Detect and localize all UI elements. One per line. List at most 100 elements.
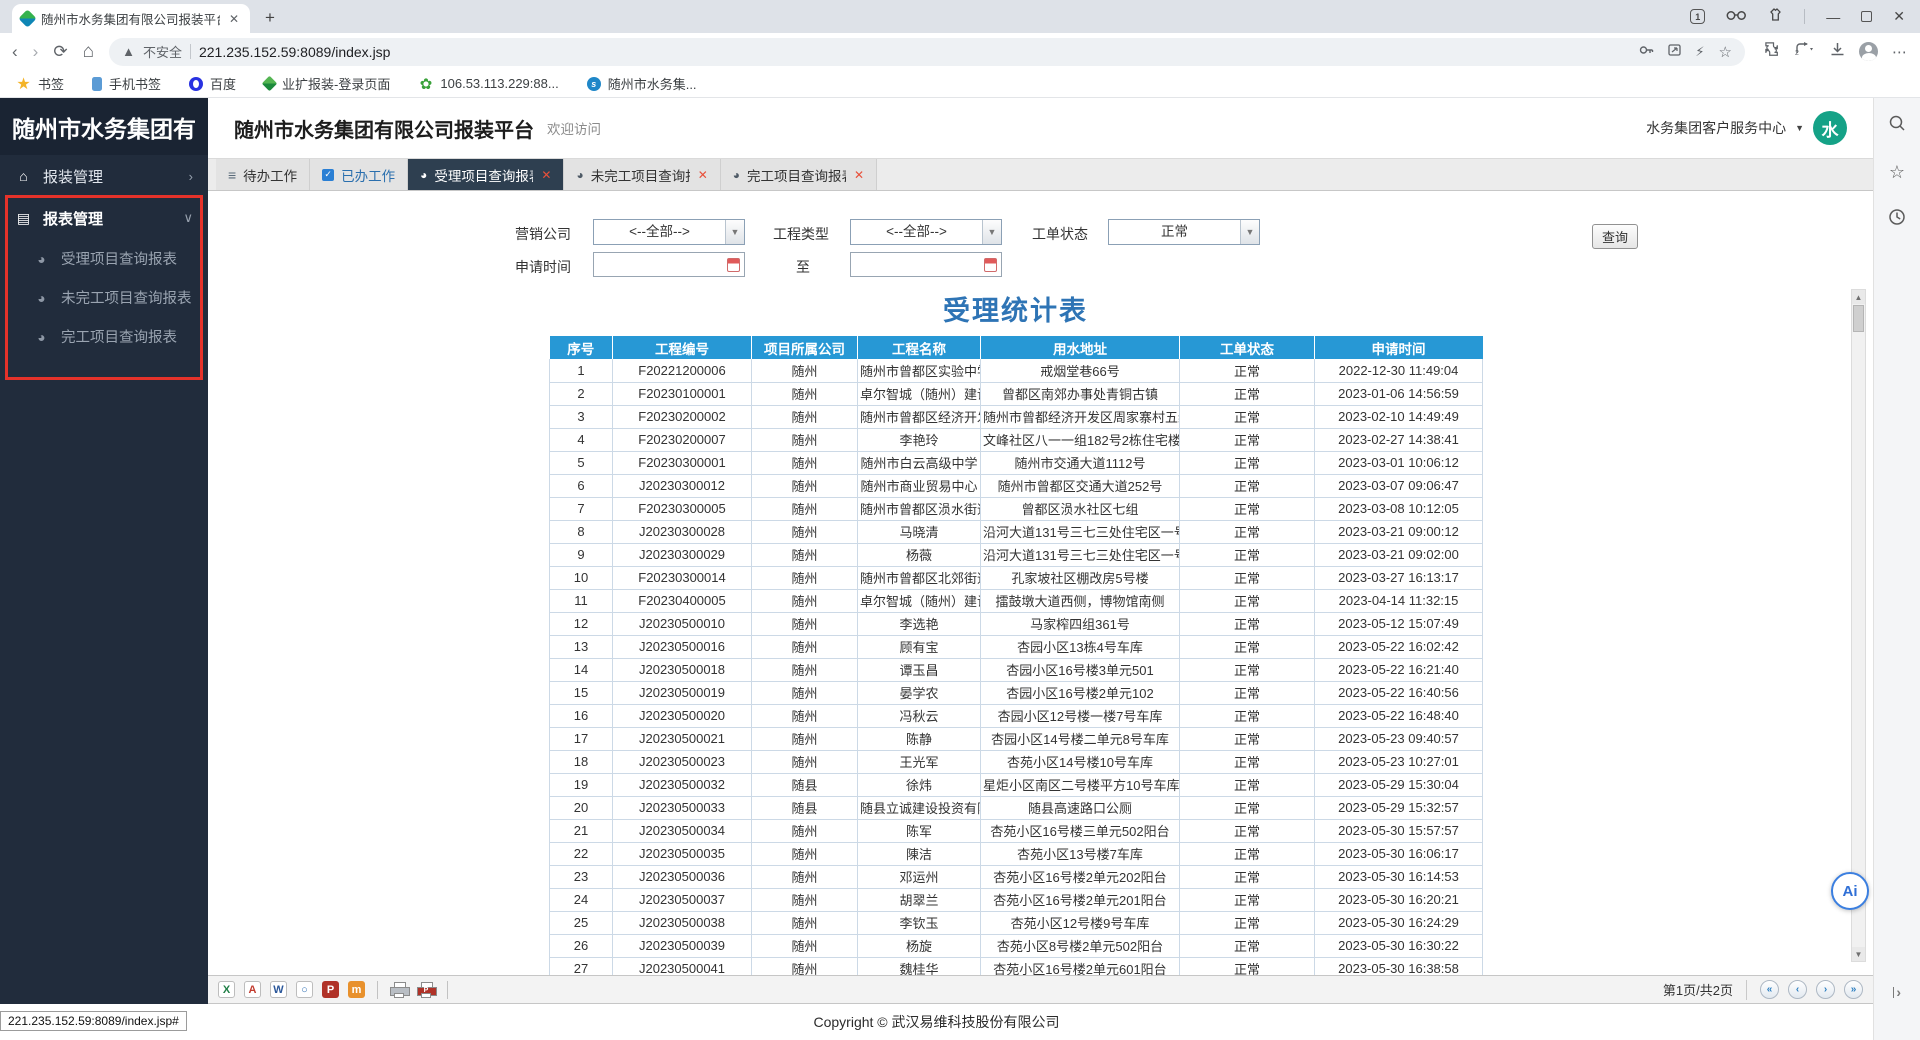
reload-icon[interactable]: ⟳: [53, 43, 67, 60]
table-row[interactable]: 22J20230500035随州陳洁杏苑小区13号楼7车库正常2023-05-3…: [550, 842, 1483, 865]
forward-icon[interactable]: ›: [33, 43, 39, 60]
table-row[interactable]: 3F20230200002随州随州市曾都区经济开发随州市曾都经济开发区周家寨村五…: [550, 405, 1483, 428]
calendar-icon[interactable]: [727, 258, 740, 272]
user-menu[interactable]: 水务集团客户服务中心 ▼ 水: [1646, 111, 1847, 145]
work-tab[interactable]: ≡待办工作: [216, 159, 310, 190]
extensions-puzzle-icon[interactable]: [1764, 41, 1780, 62]
sidebar-submenu-item[interactable]: ◕受理项目查询报表: [0, 239, 208, 278]
back-icon[interactable]: ‹: [12, 43, 18, 60]
password-key-icon[interactable]: [1639, 43, 1654, 61]
work-tab[interactable]: ◕受理项目查询报表✕: [408, 159, 564, 190]
window-maximize-icon[interactable]: [1861, 11, 1872, 22]
bookmark-item[interactable]: 手机书签: [92, 74, 161, 93]
status-select[interactable]: 正常 ▼: [1108, 219, 1260, 245]
table-row[interactable]: 19J20230500032随县徐炜星炬小区南区二号楼平方10号车库正常2023…: [550, 773, 1483, 796]
table-row[interactable]: 24J20230500037随州胡翠兰杏苑小区16号楼2单元201阳台正常202…: [550, 888, 1483, 911]
print-zoom-icon[interactable]: P: [322, 981, 339, 998]
theme-shirt-icon[interactable]: [1768, 8, 1783, 26]
calendar-icon[interactable]: [984, 258, 997, 272]
bookmark-item[interactable]: ✿106.53.113.229:88...: [418, 76, 558, 91]
table-row[interactable]: 18J20230500023随州王光军杏苑小区14号楼10号车库正常2023-0…: [550, 750, 1483, 773]
bookmark-item[interactable]: 百度: [189, 74, 236, 93]
table-row[interactable]: 17J20230500021随州陈静杏园小区14号楼二单元8号车库正常2023-…: [550, 727, 1483, 750]
address-bar[interactable]: ▲ 不安全 221.235.152.59:8089/index.jsp ⚡ ☆: [109, 38, 1745, 66]
query-button[interactable]: 查询: [1592, 224, 1638, 249]
home-icon[interactable]: ⌂: [83, 42, 94, 61]
table-row[interactable]: 25J20230500038随州李钦玉杏苑小区12号楼9号车库正常2023-05…: [550, 911, 1483, 934]
browser-tab[interactable]: 随州市水务集团有限公司报装平台 ✕: [12, 4, 250, 33]
table-row[interactable]: 27J20230500041随州魏桂华杏苑小区16号楼2单元601阳台正常202…: [550, 957, 1483, 975]
table-row[interactable]: 6J20230300012随州随州市商业贸易中心随州市曾都区交通大道252号正常…: [550, 474, 1483, 497]
mht-export-icon[interactable]: m: [348, 981, 365, 998]
word-export-icon[interactable]: W: [270, 981, 287, 998]
sidebar-submenu-item[interactable]: ◕未完工项目查询报表: [0, 278, 208, 317]
bookmark-item[interactable]: ★书签: [16, 74, 64, 93]
table-row[interactable]: 10F20230300014随州随州市曾都区北郊街道孔家坡社区棚改房5号楼正常2…: [550, 566, 1483, 589]
bookmark-item[interactable]: s随州市水务集...: [587, 74, 697, 93]
table-row[interactable]: 5F20230300001随州随州市白云高级中学随州市交通大道1112号正常20…: [550, 451, 1483, 474]
history-clock-icon[interactable]: [1888, 208, 1906, 231]
table-row[interactable]: 15J20230500019随州晏学农杏园小区16号楼2单元102正常2023-…: [550, 681, 1483, 704]
date-from-input[interactable]: [593, 252, 745, 277]
prev-page-button[interactable]: ‹: [1788, 980, 1807, 999]
table-row[interactable]: 1F20221200006随州随州市曾都区实验中学戒烟堂巷66号正常2022-1…: [550, 359, 1483, 382]
scroll-up-icon[interactable]: ▲: [1852, 290, 1865, 304]
table-row[interactable]: 12J20230500010随州李选艳马家榨四组361号正常2023-05-12…: [550, 612, 1483, 635]
table-row[interactable]: 13J20230500016随州顾有宝杏园小区13栋4号车库正常2023-05-…: [550, 635, 1483, 658]
sidebar-submenu-item[interactable]: ◕完工项目查询报表: [0, 317, 208, 356]
user-avatar[interactable]: 水: [1813, 111, 1847, 145]
tab-count-icon[interactable]: 1: [1690, 9, 1705, 24]
download-icon[interactable]: [1830, 42, 1845, 62]
work-tab[interactable]: ◕未完工项目查询报表✕: [564, 159, 720, 190]
table-row[interactable]: 21J20230500034随州陈军杏苑小区16号楼三单元502阳台正常2023…: [550, 819, 1483, 842]
work-tab[interactable]: ◕完工项目查询报表✕: [721, 159, 877, 190]
pdf-export-icon[interactable]: A: [244, 981, 261, 998]
table-row[interactable]: 4F20230200007随州李艳玲文峰社区八一一组182号2栋住宅楼正常202…: [550, 428, 1483, 451]
sidebar-menu-item[interactable]: ▤报表管理∨: [0, 197, 208, 239]
date-to-input[interactable]: [850, 252, 1002, 277]
table-row[interactable]: 11F20230400005随州卓尔智城（随州）建设擂鼓墩大道西侧，博物馆南侧正…: [550, 589, 1483, 612]
type-select[interactable]: <--全部--> ▼: [850, 219, 1002, 245]
close-tab-icon[interactable]: ✕: [854, 168, 864, 182]
window-minimize-icon[interactable]: —: [1826, 12, 1840, 22]
work-tab[interactable]: ✓已办工作: [310, 159, 408, 190]
table-row[interactable]: 26J20230500039随州杨旋杏苑小区8号楼2单元502阳台正常2023-…: [550, 934, 1483, 957]
tab-close-icon[interactable]: ✕: [227, 12, 241, 26]
table-row[interactable]: 20J20230500033随县随县立诚建设投资有限随县高速路口公厕正常2023…: [550, 796, 1483, 819]
fullscreen-expand-icon[interactable]: [1668, 43, 1681, 61]
last-page-button[interactable]: »: [1844, 980, 1863, 999]
table-row[interactable]: 14J20230500018随州谭玉昌杏园小区16号楼3单元501正常2023-…: [550, 658, 1483, 681]
search-icon[interactable]: [1888, 114, 1906, 137]
scroll-down-icon[interactable]: ▼: [1852, 947, 1865, 961]
table-row[interactable]: 7F20230300005随州随州市曾都区涢水街道曾都区涢水社区七组正常2023…: [550, 497, 1483, 520]
sidebar-menu-item[interactable]: ⌂报装管理›: [0, 155, 208, 197]
table-row[interactable]: 2F20230100001随州卓尔智城（随州）建设曾都区南郊办事处青铜古镇正常2…: [550, 382, 1483, 405]
scrollbar-thumb[interactable]: [1853, 305, 1864, 332]
bookmark-star-icon[interactable]: ☆: [1719, 43, 1732, 61]
vertical-scrollbar[interactable]: ▲ ▼: [1851, 289, 1866, 962]
bookmark-item[interactable]: 业扩报装-登录页面: [264, 74, 390, 93]
profile-avatar-icon[interactable]: [1859, 42, 1878, 61]
zoom-preview-icon[interactable]: ○: [296, 981, 313, 998]
pdf-print-icon[interactable]: P: [417, 982, 435, 998]
next-page-button[interactable]: ›: [1816, 980, 1835, 999]
url-text[interactable]: 221.235.152.59:8089/index.jsp: [199, 44, 1631, 60]
first-page-button[interactable]: «: [1760, 980, 1779, 999]
browser-menu-icon[interactable]: ⋯: [1892, 43, 1908, 61]
restore-tabs-icon[interactable]: 2: [1794, 42, 1816, 61]
print-icon[interactable]: [390, 982, 408, 998]
close-tab-icon[interactable]: ✕: [698, 168, 708, 182]
favorites-star-icon[interactable]: ☆: [1889, 162, 1905, 183]
excel-export-icon[interactable]: X: [218, 981, 235, 998]
new-tab-button[interactable]: +: [258, 6, 282, 30]
company-select[interactable]: <--全部--> ▼: [593, 219, 745, 245]
panel-expand-icon[interactable]: ›: [1893, 984, 1901, 1000]
close-tab-icon[interactable]: ✕: [541, 168, 551, 182]
table-row[interactable]: 8J20230300028随州马晓清沿河大道131号三七三处住宅区一号正常202…: [550, 520, 1483, 543]
table-row[interactable]: 16J20230500020随州冯秋云杏园小区12号楼一楼7号车库正常2023-…: [550, 704, 1483, 727]
incognito-glasses-icon[interactable]: [1726, 8, 1747, 26]
window-close-icon[interactable]: ✕: [1893, 8, 1905, 25]
ai-assistant-button[interactable]: Ai: [1831, 872, 1869, 910]
table-row[interactable]: 23J20230500036随州邓运州杏苑小区16号楼2单元202阳台正常202…: [550, 865, 1483, 888]
table-row[interactable]: 9J20230300029随州杨薇沿河大道131号三七三处住宅区一号正常2023…: [550, 543, 1483, 566]
